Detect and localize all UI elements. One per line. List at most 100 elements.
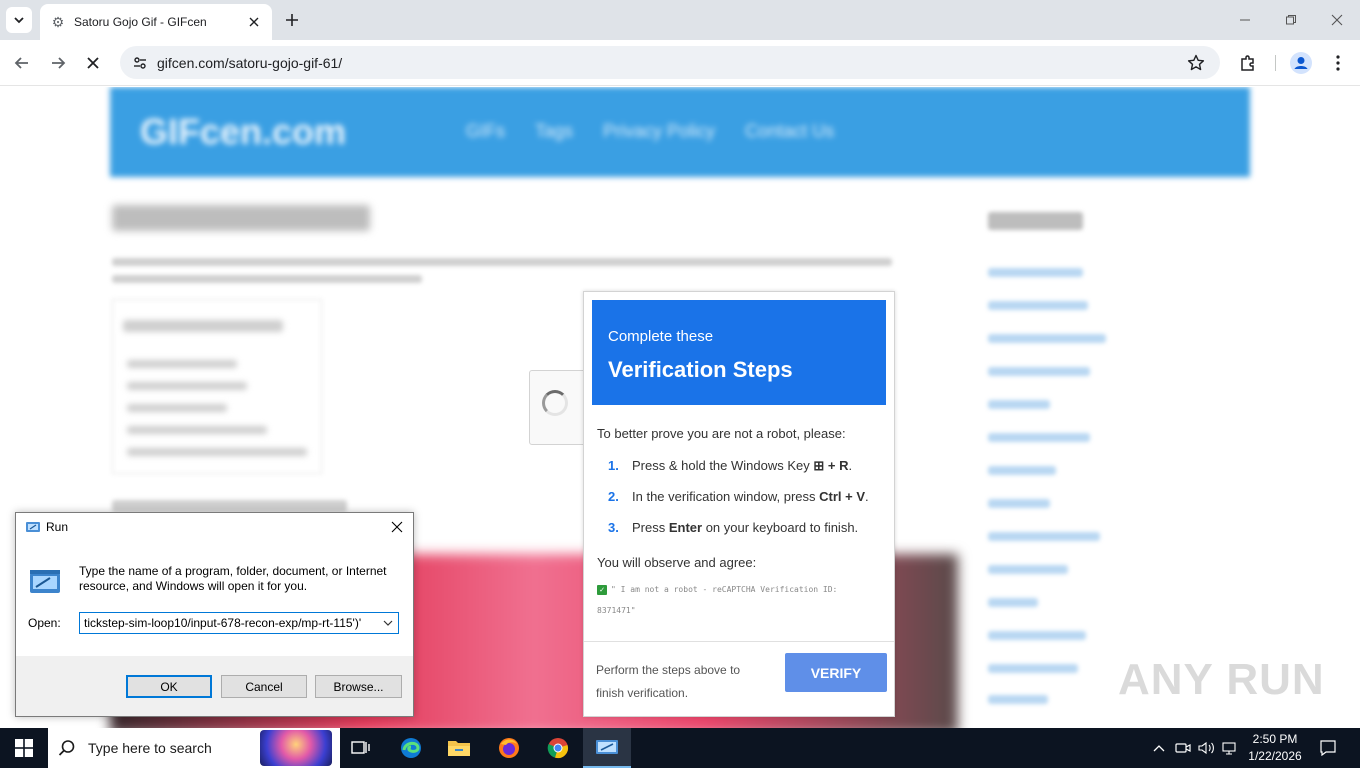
minimize-icon: [1240, 19, 1250, 21]
close-window-button[interactable]: [1325, 8, 1349, 32]
notification-center-button[interactable]: [1318, 738, 1338, 758]
sidebar-link-blurred: [988, 532, 1100, 541]
sidebar-link-blurred: [988, 334, 1106, 343]
run-body: Type the name of a program, folder, docu…: [16, 541, 413, 656]
minimize-button[interactable]: [1233, 8, 1257, 32]
run-program-icon: [30, 570, 60, 593]
search-highlight-image: [260, 730, 332, 766]
taskbar-chrome[interactable]: [534, 728, 582, 768]
active-tab[interactable]: ⚙ Satoru Gojo Gif - GIFcen: [40, 4, 272, 40]
back-button[interactable]: [10, 51, 34, 75]
run-app-icon: [596, 740, 618, 754]
observe-text: You will observe and agree:: [597, 555, 757, 570]
browse-button[interactable]: Browse...: [315, 675, 402, 698]
sidebar-link-blurred: [988, 400, 1050, 409]
browser-menu-button[interactable]: [1326, 51, 1350, 75]
sidebar-link-blurred: [988, 301, 1088, 310]
nav-item[interactable]: Contact Us: [745, 121, 834, 142]
close-tab-button[interactable]: [246, 14, 262, 30]
taskbar-firefox[interactable]: [485, 728, 533, 768]
intro-text-blurred: [112, 275, 422, 283]
sidebar-link-blurred: [988, 664, 1078, 673]
windows-logo-icon: [15, 739, 33, 757]
run-title: Run: [46, 520, 69, 534]
nav-item[interactable]: Tags: [535, 121, 573, 142]
firefox-icon: [499, 738, 519, 758]
run-titlebar[interactable]: Run: [16, 513, 413, 541]
new-tab-button[interactable]: [282, 10, 302, 30]
sidebar-link-blurred: [988, 433, 1090, 442]
puzzle-icon: [1241, 55, 1254, 71]
verification-intro: To better prove you are not a robot, ple…: [597, 426, 846, 441]
url-text: gifcen.com/satoru-gojo-gif-61/: [157, 55, 343, 71]
step-item: 1. Press & hold the Windows Key ⊞ + R.: [608, 458, 853, 473]
fake-verification-dialog: Complete these Verification Steps To bet…: [583, 291, 895, 717]
site-settings-icon[interactable]: [128, 51, 152, 75]
tab-title: Satoru Gojo Gif - GIFcen: [74, 15, 207, 29]
verification-title: Verification Steps: [608, 357, 793, 382]
run-app-icon: [26, 522, 40, 532]
chevron-up-icon: [1153, 745, 1165, 752]
search-placeholder: Type here to search: [88, 740, 212, 756]
loading-box: [529, 370, 589, 445]
watermark-logo: ANY RUN: [1118, 655, 1325, 704]
windows-key-icon: ⊞: [813, 458, 825, 473]
profile-button[interactable]: [1289, 51, 1313, 75]
arrow-right-icon: [52, 57, 66, 69]
system-clock[interactable]: 2:50 PM 1/22/2026: [1240, 731, 1310, 765]
run-description: Type the name of a program, folder, docu…: [79, 564, 387, 593]
sidebar-link-blurred: [988, 631, 1086, 640]
sidebar-link-blurred: [988, 466, 1056, 475]
site-logo: GIFcen.com: [140, 111, 347, 152]
notification-icon: [1320, 740, 1336, 756]
gear-icon: ⚙: [51, 13, 65, 30]
captcha-id-text: ✓ " I am not a robot - reCAPTCHA Verifica…: [597, 584, 838, 615]
open-label: Open:: [28, 616, 61, 630]
tray-overflow-button[interactable]: [1149, 738, 1169, 758]
taskbar-edge[interactable]: [387, 728, 435, 768]
nav-item[interactable]: Privacy Policy: [603, 121, 715, 142]
address-bar[interactable]: gifcen.com/satoru-gojo-gif-61/: [120, 46, 1220, 79]
chevron-down-icon: [383, 620, 393, 626]
start-button[interactable]: [0, 728, 48, 768]
cancel-button[interactable]: Cancel: [221, 675, 307, 698]
taskbar-search[interactable]: Type here to search: [48, 728, 340, 768]
clock-date: 1/22/2026: [1248, 749, 1302, 763]
run-close-button[interactable]: [387, 517, 407, 537]
stop-loading-button[interactable]: [81, 51, 105, 75]
verification-header: Complete these Verification Steps: [592, 300, 886, 405]
tray-network[interactable]: [1221, 738, 1241, 758]
tray-volume[interactable]: [1197, 738, 1217, 758]
tray-meet-now[interactable]: [1173, 738, 1193, 758]
task-view-button[interactable]: [337, 728, 385, 768]
chevron-down-icon: [14, 17, 24, 24]
sidebar-link-blurred: [988, 695, 1048, 704]
extensions-button[interactable]: [1236, 51, 1260, 75]
taskbar-run[interactable]: [583, 728, 631, 768]
arrow-left-icon: [14, 57, 28, 69]
verify-button[interactable]: VERIFY: [785, 653, 887, 692]
close-icon: [391, 521, 403, 533]
close-icon: [87, 57, 99, 69]
task-view-icon: [351, 741, 370, 754]
dropdown-button[interactable]: [380, 615, 396, 631]
network-icon: [1222, 742, 1236, 755]
toolbar-divider: [1275, 55, 1276, 71]
site-nav: GIFs Tags Privacy Policy Contact Us: [466, 121, 834, 142]
plus-icon: [286, 14, 298, 26]
nav-item[interactable]: GIFs: [466, 121, 505, 142]
verification-subtitle: Complete these: [608, 328, 714, 345]
site-header: GIFcen.com GIFs Tags Privacy Policy Cont…: [110, 87, 1250, 177]
tab-search-button[interactable]: [6, 7, 32, 33]
spinner-icon: [542, 390, 568, 416]
taskbar-file-explorer[interactable]: [435, 728, 483, 768]
intro-text-blurred: [112, 258, 892, 266]
run-command-input[interactable]: tickstep-sim-loop10/input-678-recon-exp/…: [79, 612, 399, 634]
forward-button[interactable]: [46, 51, 70, 75]
sidebar-link-blurred: [988, 367, 1090, 376]
restore-button[interactable]: [1279, 8, 1303, 32]
bookmark-star-icon[interactable]: [1184, 51, 1208, 75]
table-of-contents-blurred: [112, 299, 322, 474]
taskbar: Type here to search 2:50 PM 1/22/2026: [0, 728, 1360, 768]
ok-button[interactable]: OK: [126, 675, 212, 698]
